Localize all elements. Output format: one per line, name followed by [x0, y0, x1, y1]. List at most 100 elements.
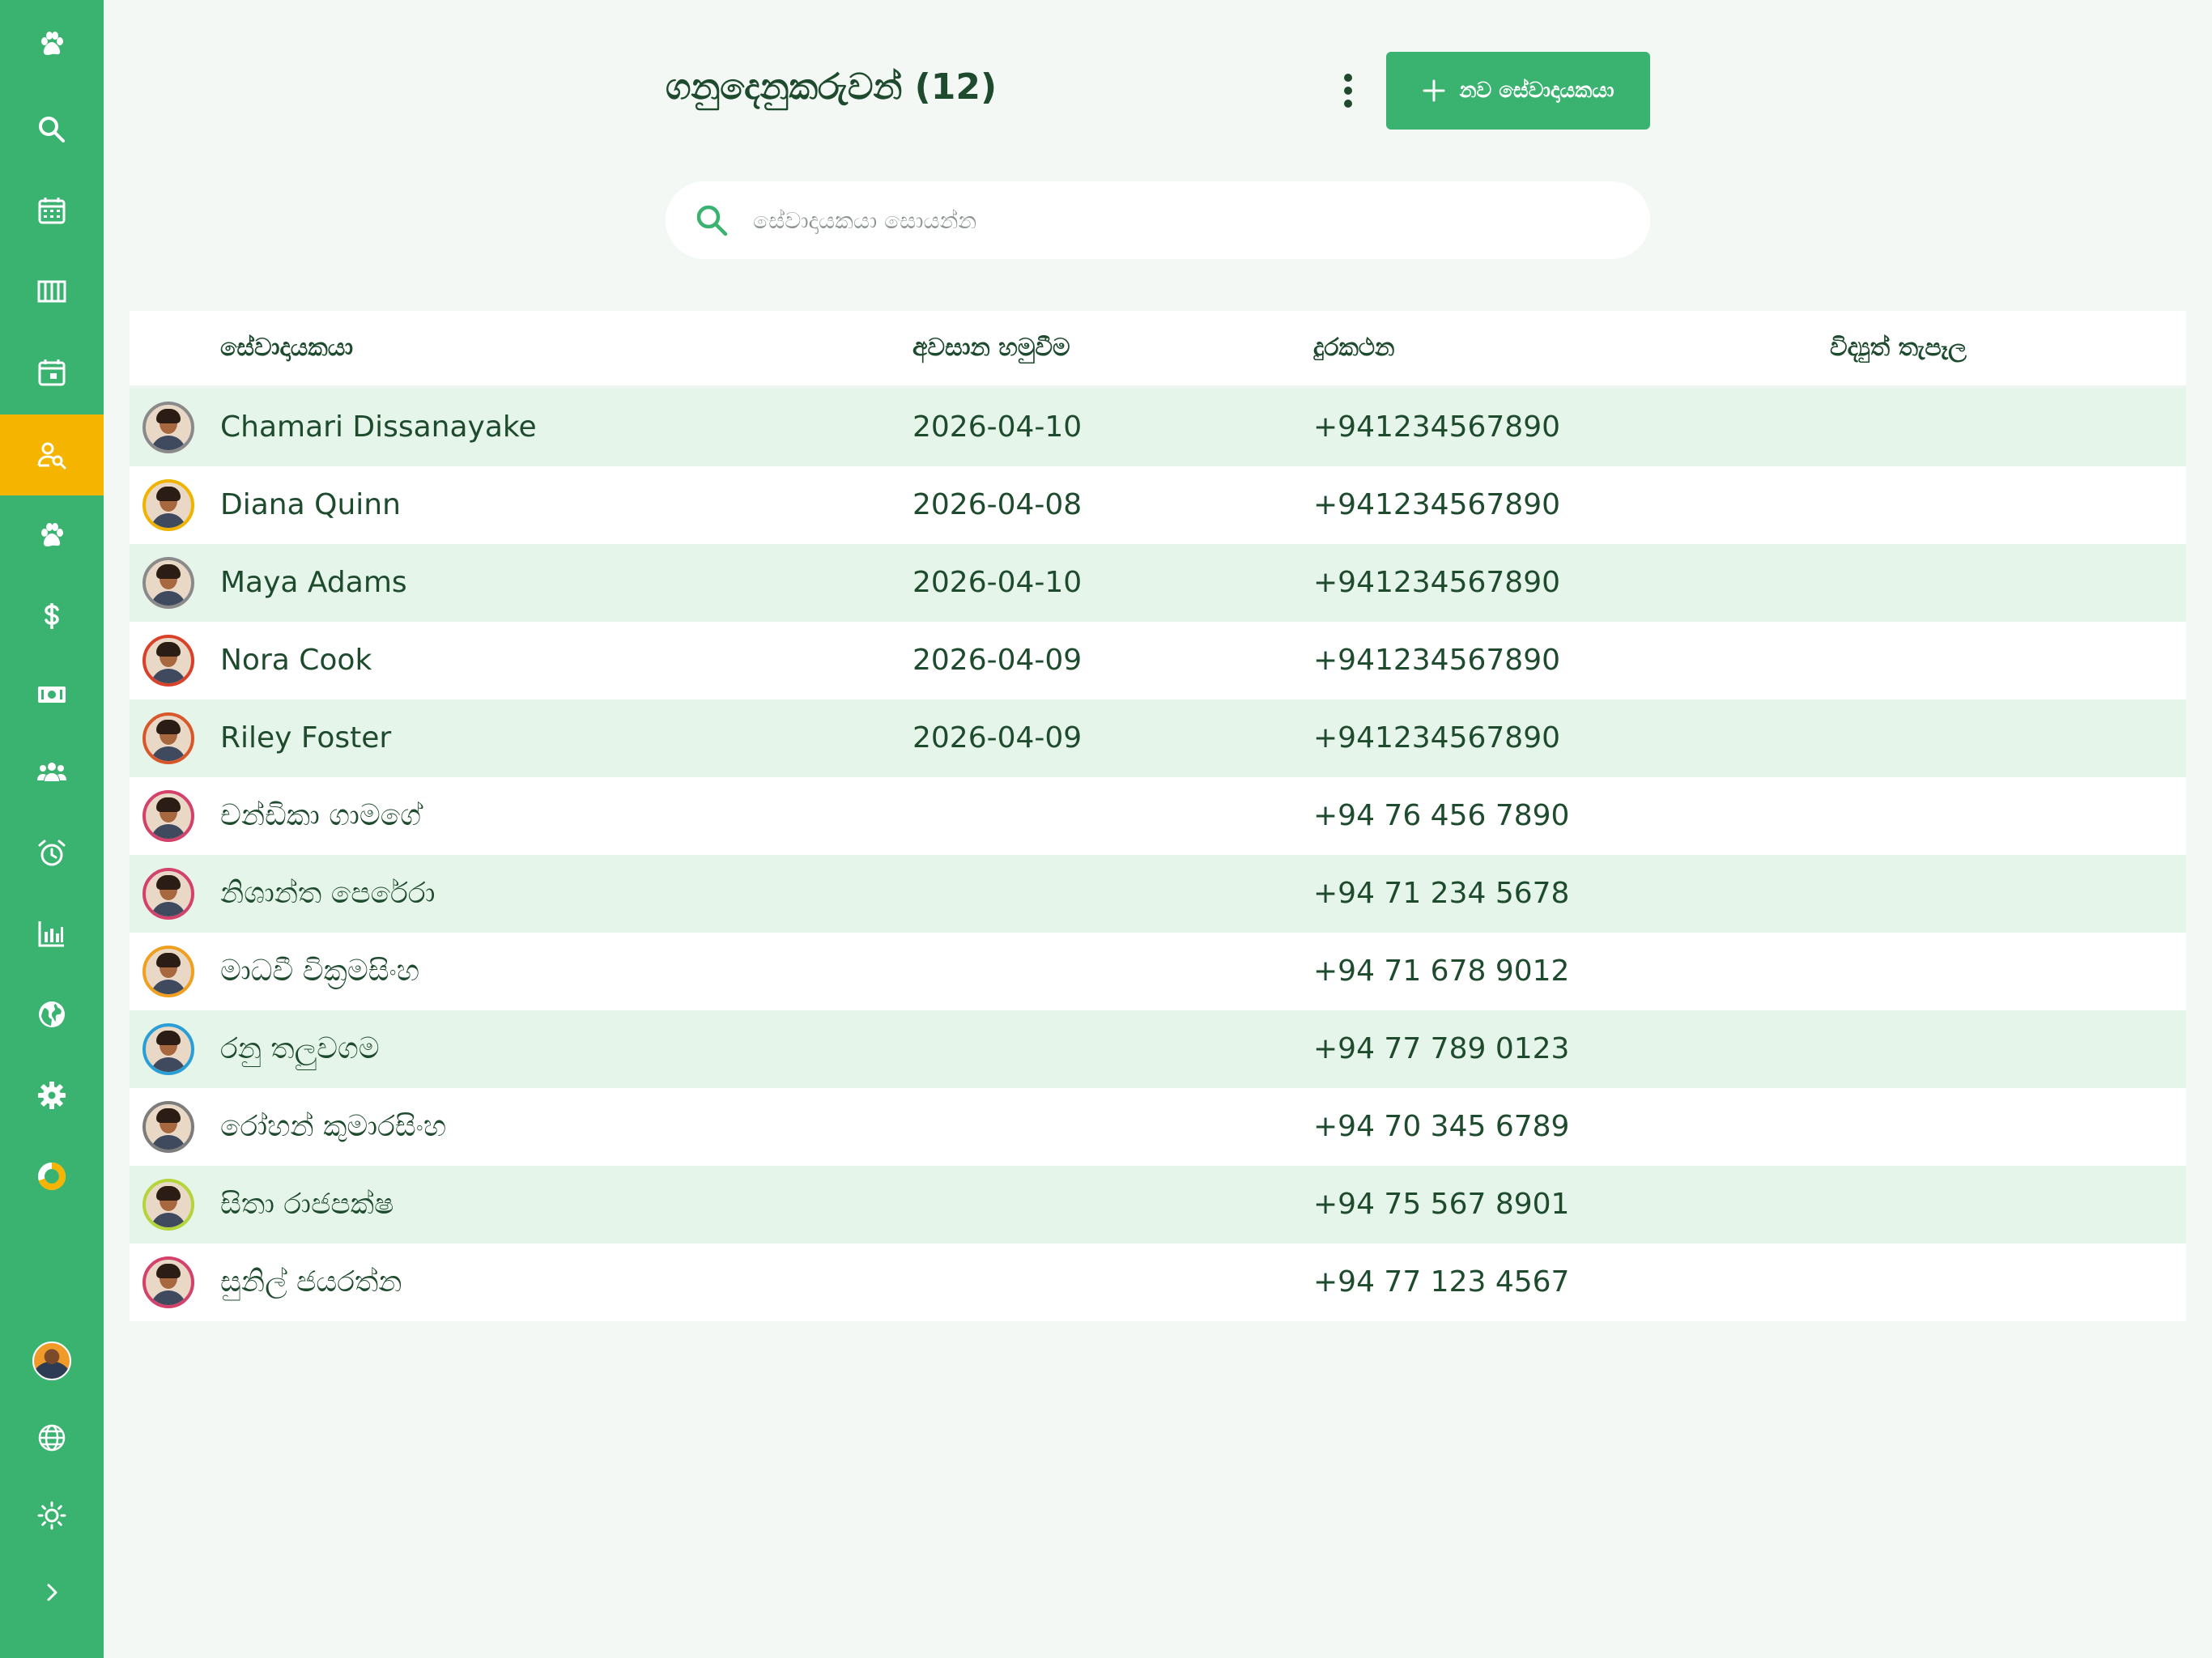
sidebar-item-reports[interactable]	[0, 893, 104, 974]
sidebar-item-theme[interactable]	[0, 1475, 104, 1556]
search-icon	[39, 117, 65, 142]
clients-table: සේවාදායකයා අවසාන හමුවීම දුරකථන විද්‍යුත්…	[130, 311, 2186, 1321]
user-search-icon	[37, 442, 66, 470]
more-options-button[interactable]	[1328, 66, 1368, 115]
table-row[interactable]: චන්ඩිකා ගාමගේ +94 76 456 7890	[130, 777, 2186, 855]
phone-number: +941234567890	[1313, 488, 1561, 521]
phone-number: +94 70 345 6789	[1313, 1110, 1570, 1143]
search-icon	[696, 205, 728, 236]
client-name: Nora Cook	[220, 644, 372, 677]
phone-number: +94 71 234 5678	[1313, 877, 1570, 910]
table-row[interactable]: සිතා රාජපක්ෂ +94 75 567 8901	[130, 1166, 2186, 1244]
table-row[interactable]: Chamari Dissanayake 2026-04-10 +94123456…	[130, 389, 2186, 466]
table-row[interactable]: නිශාන්ත පෙරේරා +94 71 234 5678	[130, 855, 2186, 933]
sidebar-item-calendar[interactable]	[0, 170, 104, 251]
client-name: රනු තලුවගම	[220, 1032, 380, 1065]
phone-number: +94 77 123 4567	[1313, 1265, 1570, 1299]
phone-number: +94 75 567 8901	[1313, 1188, 1570, 1221]
table-row[interactable]: Riley Foster 2026-04-09 +941234567890	[130, 699, 2186, 777]
plus-icon	[1423, 79, 1445, 102]
phone-number: +941234567890	[1313, 644, 1561, 677]
sidebar-item-cash[interactable]	[0, 654, 104, 735]
table-row[interactable]: රනු තලුවගම +94 77 789 0123	[130, 1010, 2186, 1088]
calendar-day-icon	[38, 359, 66, 386]
more-vertical-icon	[1344, 74, 1352, 108]
sidebar-item-search[interactable]	[0, 89, 104, 170]
new-provider-button[interactable]: නව සේවාදායකයා	[1386, 52, 1650, 130]
client-name: Diana Quinn	[220, 488, 401, 521]
phone-number: +94 71 678 9012	[1313, 954, 1570, 988]
table-header: සේවාදායකයා අවසාන හමුවීම දුරකථන විද්‍යුත්…	[130, 311, 2186, 389]
sidebar-expand[interactable]	[0, 1552, 104, 1633]
sidebar-item-stats[interactable]	[0, 1136, 104, 1217]
client-name: මාධවී වික්‍රමසිංහ	[220, 954, 420, 988]
sidebar-item-pets[interactable]	[0, 495, 104, 576]
client-name: චන්ඩිකා ගාමගේ	[220, 799, 422, 832]
phone-number: +94 76 456 7890	[1313, 799, 1570, 832]
donut-chart-icon	[38, 1163, 66, 1190]
avatar	[143, 1256, 194, 1308]
globe-filled-icon	[39, 1001, 65, 1027]
sidebar-item-settings[interactable]	[0, 1055, 104, 1136]
table-row[interactable]: Nora Cook 2026-04-09 +941234567890	[130, 622, 2186, 699]
avatar	[143, 1101, 194, 1153]
avatar	[143, 402, 194, 453]
globe-outline-icon	[38, 1424, 66, 1452]
avatar	[143, 1023, 194, 1075]
sidebar-item-clients[interactable]	[0, 414, 104, 495]
column-header-last-visit[interactable]: අවසාන හමුවීම	[912, 311, 1070, 385]
table-row[interactable]: Diana Quinn 2026-04-08 +941234567890	[130, 466, 2186, 544]
sidebar	[0, 0, 104, 1658]
columns-icon	[37, 280, 66, 303]
sidebar-item-web[interactable]	[0, 974, 104, 1055]
search-input[interactable]	[751, 195, 1613, 245]
avatar	[143, 946, 194, 997]
client-name: Chamari Dissanayake	[220, 410, 537, 444]
sidebar-item-reminders[interactable]	[0, 813, 104, 894]
alarm-clock-icon	[38, 840, 66, 866]
avatar	[143, 635, 194, 687]
chevron-right-icon	[47, 1584, 57, 1601]
bar-chart-icon	[38, 921, 64, 947]
table-row[interactable]: Maya Adams 2026-04-10 +941234567890	[130, 544, 2186, 622]
avatar	[143, 1179, 194, 1231]
table-row[interactable]: මාධවී වික්‍රමසිංහ +94 71 678 9012	[130, 933, 2186, 1010]
table-row[interactable]: රෝහන් කුමාරසිංහ +94 70 345 6789	[130, 1088, 2186, 1166]
last-visit-date: 2026-04-10	[912, 410, 1083, 444]
phone-number: +941234567890	[1313, 721, 1561, 755]
sidebar-user-avatar[interactable]	[0, 1320, 104, 1401]
cash-icon	[38, 687, 66, 703]
phone-number: +941234567890	[1313, 410, 1561, 444]
column-header-email[interactable]: විද්‍යුත් තැපෑල	[1830, 311, 1967, 385]
phone-number: +94 77 789 0123	[1313, 1032, 1570, 1065]
page-title: ගනුදෙනුකරුවන් (12)	[666, 66, 998, 108]
sidebar-item-paw[interactable]	[0, 4, 104, 85]
client-name: සිතා රාජපක්ෂ	[220, 1188, 394, 1221]
calendar-grid-icon	[38, 198, 66, 224]
sidebar-item-day[interactable]	[0, 332, 104, 413]
column-header-phone[interactable]: දුරකථන	[1313, 311, 1394, 385]
last-visit-date: 2026-04-08	[912, 488, 1083, 521]
last-visit-date: 2026-04-10	[912, 566, 1083, 599]
table-body: Chamari Dissanayake 2026-04-10 +94123456…	[130, 389, 2186, 1321]
last-visit-date: 2026-04-09	[912, 644, 1083, 677]
sidebar-item-language[interactable]	[0, 1397, 104, 1478]
client-name: රෝහන් කුමාරසිංහ	[220, 1110, 447, 1143]
sidebar-item-groups[interactable]	[0, 732, 104, 813]
avatar	[32, 1341, 71, 1380]
table-row[interactable]: සුනිල් ජයරත්න +94 77 123 4567	[130, 1244, 2186, 1321]
avatar	[143, 790, 194, 842]
client-name: සුනිල් ජයරත්න	[220, 1265, 402, 1299]
avatar	[143, 868, 194, 920]
new-provider-label: නව සේවාදායකයා	[1459, 78, 1614, 103]
phone-number: +941234567890	[1313, 566, 1561, 599]
sidebar-item-board[interactable]	[0, 251, 104, 332]
dollar-icon	[45, 603, 59, 629]
column-header-provider[interactable]: සේවාදායකයා	[220, 311, 353, 385]
search-box	[666, 181, 1650, 259]
sidebar-item-payments[interactable]	[0, 576, 104, 657]
avatar	[143, 557, 194, 609]
gear-icon	[38, 1082, 66, 1109]
paw-icon	[41, 523, 63, 546]
paw-icon	[41, 32, 63, 55]
